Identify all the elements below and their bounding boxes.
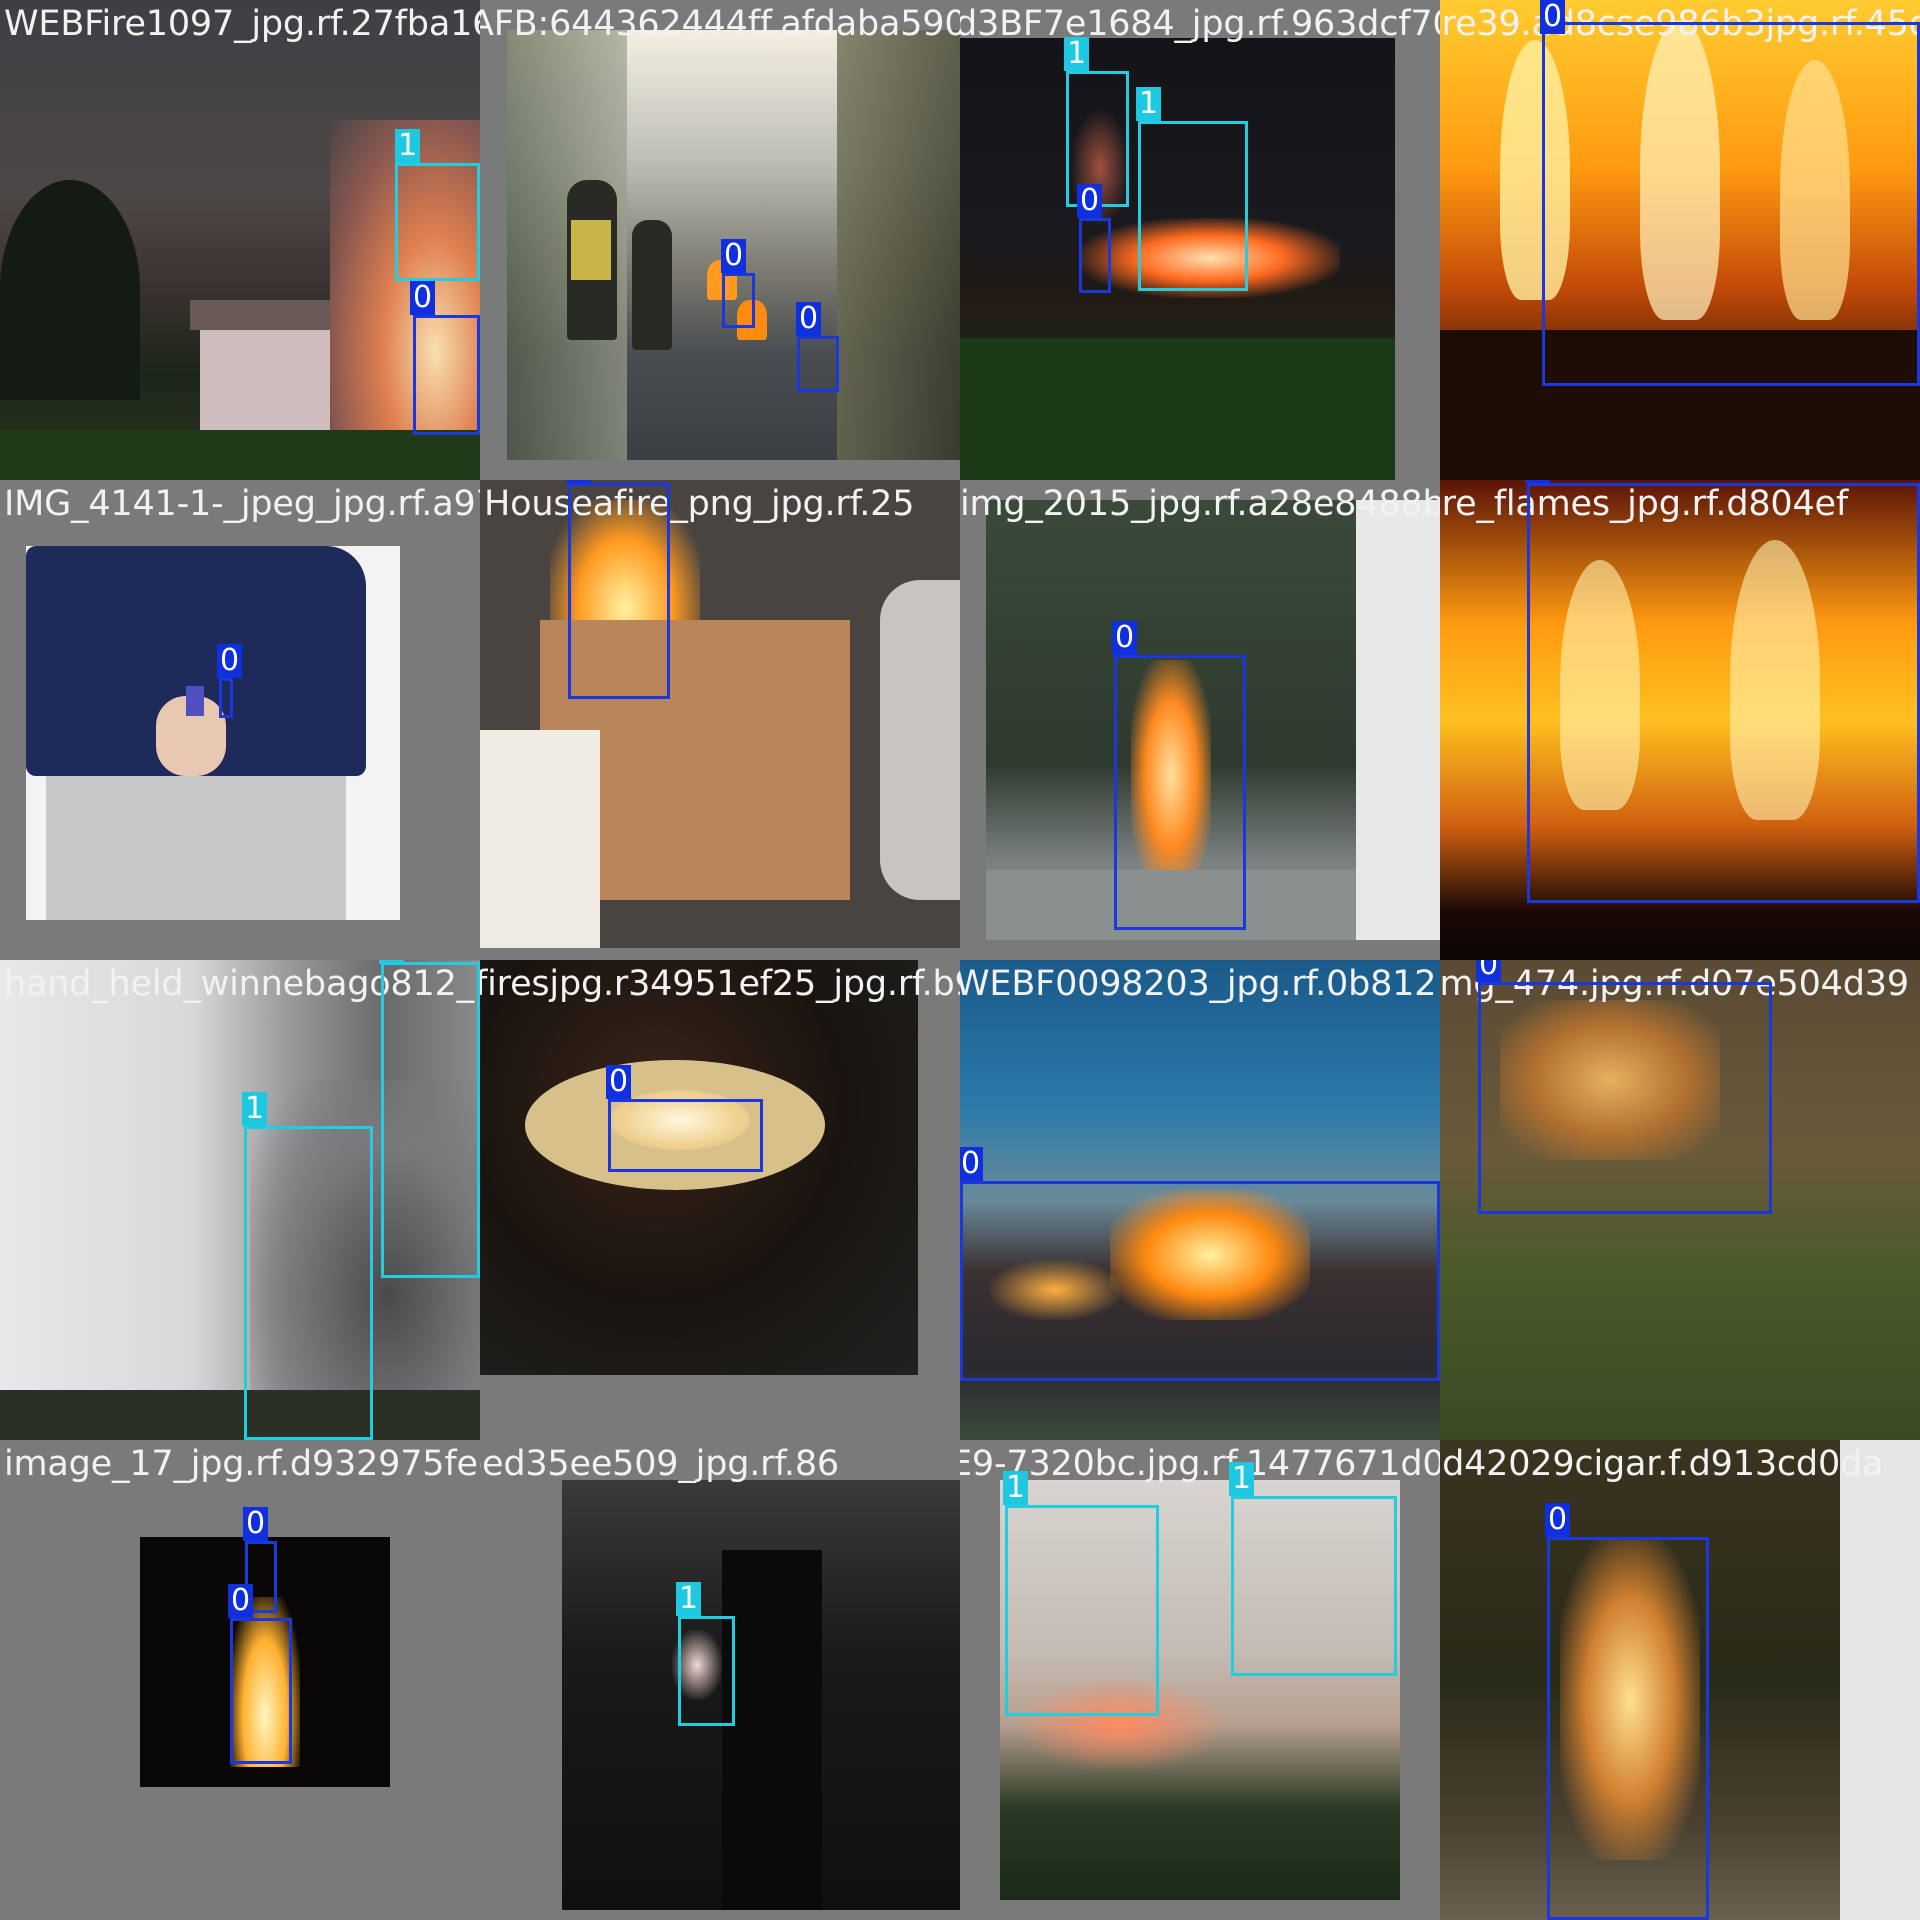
- fire-bbox: [1527, 483, 1920, 903]
- fire-bbox: [413, 315, 480, 435]
- tile-burning-branches: img_474.jpg.rf.d07e504d39 0: [1440, 960, 1920, 1440]
- class-label-fire: 0: [1112, 621, 1138, 655]
- tile-night-fire-line: d3BF7e1684_jpg.rf.963dcf70e30 1 1 0: [960, 0, 1440, 480]
- fire-bbox: [219, 678, 233, 718]
- tile-model-house-fire: Houseafire_png_jpg.rf.25 0: [480, 480, 960, 960]
- fire-bbox: [1079, 218, 1111, 293]
- tile-wildfire-logs: WEBF0098203_jpg.rf.0b81214f 0: [960, 960, 1440, 1440]
- tile-forest-smoke: E9-7320bc.jpg.rf.1477671d07d8a 1 1: [960, 1440, 1440, 1920]
- tile-bonfire-closeup: fire39.ad8cse986b3jpg.rf.45d3 0: [1440, 0, 1920, 480]
- detection-mosaic: WEBFire1097_jpg.rf.27fba16a9b3c4a86244ff…: [0, 0, 1920, 1920]
- class-label-fire: 0: [566, 480, 592, 483]
- fire-bbox: [230, 1618, 292, 1764]
- tile-filename: E9-7320bc.jpg.rf.1477671d07d8a: [960, 1444, 1440, 1484]
- photo-debris: [562, 1480, 960, 1910]
- tile-smoke-plume: hand_held_winnebago812_ 1 1: [0, 960, 480, 1440]
- class-label-fire: 0: [960, 1147, 984, 1181]
- class-label-fire: 0: [796, 302, 822, 336]
- class-label-fire: 0: [410, 281, 436, 315]
- tile-filename: bed35ee509_jpg.rf.86: [480, 1444, 839, 1484]
- class-label-fire: 0: [1540, 0, 1566, 34]
- tile-filename: WEBFire1097_jpg.rf.27fba16a9b3c4a86244ff…: [4, 4, 480, 44]
- fire-bbox: [608, 1099, 763, 1172]
- class-label-smoke: 1: [395, 129, 421, 163]
- class-label-fire: 0: [1077, 184, 1103, 218]
- smoke-bbox: [678, 1616, 735, 1726]
- fire-bbox: [1542, 22, 1920, 386]
- class-label-smoke: 1: [242, 1092, 268, 1126]
- class-label-smoke: 1: [379, 960, 405, 964]
- fire-bbox: [568, 483, 670, 699]
- tile-fire-pit: firesjpg.r34951ef25_jpg.rf.b9 0: [480, 960, 960, 1440]
- tile-firefighters-road: AFB:644362444ff.afdaba590 0 0: [480, 0, 960, 480]
- class-label-smoke: 1: [1136, 87, 1162, 121]
- smoke-bbox: [244, 1126, 373, 1440]
- class-label-fire: 0: [217, 644, 243, 678]
- class-label-smoke: 1: [1229, 1462, 1255, 1496]
- class-label-fire: 0: [243, 1507, 269, 1541]
- tile-filename: 5d42029cigar.f.d913cd0da: [1440, 1444, 1884, 1484]
- tile-filename: firesjpg.r34951ef25_jpg.rf.b9: [480, 964, 960, 1004]
- tile-dark-debris: bed35ee509_jpg.rf.86 1: [480, 1440, 960, 1920]
- tile-tree-fire: 5d42029cigar.f.d913cd0da 0: [1440, 1440, 1920, 1920]
- tile-small-campfire: image_17_jpg.rf.d932975febead8cee509f5ag…: [0, 1440, 480, 1920]
- class-label-fire: 0: [606, 1065, 632, 1099]
- fire-bbox: [1478, 982, 1772, 1214]
- tile-lighter: IMG_4141-1-_jpeg_jpg.rf.a97ba9ea5ce775 0: [0, 480, 480, 960]
- smoke-bbox: [1231, 1496, 1397, 1676]
- tile-filename: AFB:644362444ff.afdaba590: [480, 4, 960, 44]
- class-label-fire: 0: [1525, 480, 1551, 483]
- tile-filename: image_17_jpg.rf.d932975febead8cee509f5ag…: [4, 1444, 480, 1484]
- class-label-smoke: 1: [676, 1582, 702, 1616]
- fire-bbox: [722, 273, 755, 328]
- class-label-smoke: 1: [1003, 1471, 1029, 1505]
- photo-lighter: [26, 546, 400, 920]
- smoke-bbox: [1138, 121, 1248, 291]
- smoke-bbox: [395, 163, 480, 281]
- photo-model-house: [480, 480, 960, 948]
- tile-filename: img_2015_jpg.rf.a28e8488b9368fa7657238: [960, 484, 1440, 524]
- class-label-fire: 0: [1545, 1503, 1571, 1537]
- fire-bbox: [1114, 655, 1246, 930]
- tile-filename: WEBF0098203_jpg.rf.0b81214f: [960, 964, 1440, 1004]
- tile-filename: Houseafire_png_jpg.rf.25: [484, 484, 915, 524]
- fire-bbox: [797, 336, 839, 392]
- tile-house-fire-dusk: WEBFire1097_jpg.rf.27fba16a9b3c4a86244ff…: [0, 0, 480, 480]
- smoke-bbox: [1005, 1505, 1159, 1716]
- class-label-fire: 0: [228, 1584, 254, 1618]
- tile-forest-fire: img_2015_jpg.rf.a28e8488b9368fa7657238 0: [960, 480, 1440, 960]
- class-label-smoke: 1: [1064, 37, 1090, 71]
- fire-bbox: [1547, 1537, 1709, 1920]
- tile-filename: d3BF7e1684_jpg.rf.963dcf70e30: [960, 4, 1440, 44]
- tile-filename: IMG_4141-1-_jpeg_jpg.rf.a97ba9ea5ce775: [4, 484, 480, 524]
- tile-fire-flames: fire_flames_jpg.rf.d804ef 0: [1440, 480, 1920, 960]
- class-label-fire: 0: [1476, 960, 1502, 982]
- fire-bbox: [960, 1181, 1440, 1381]
- class-label-fire: 0: [721, 239, 747, 273]
- smoke-bbox: [381, 962, 480, 1278]
